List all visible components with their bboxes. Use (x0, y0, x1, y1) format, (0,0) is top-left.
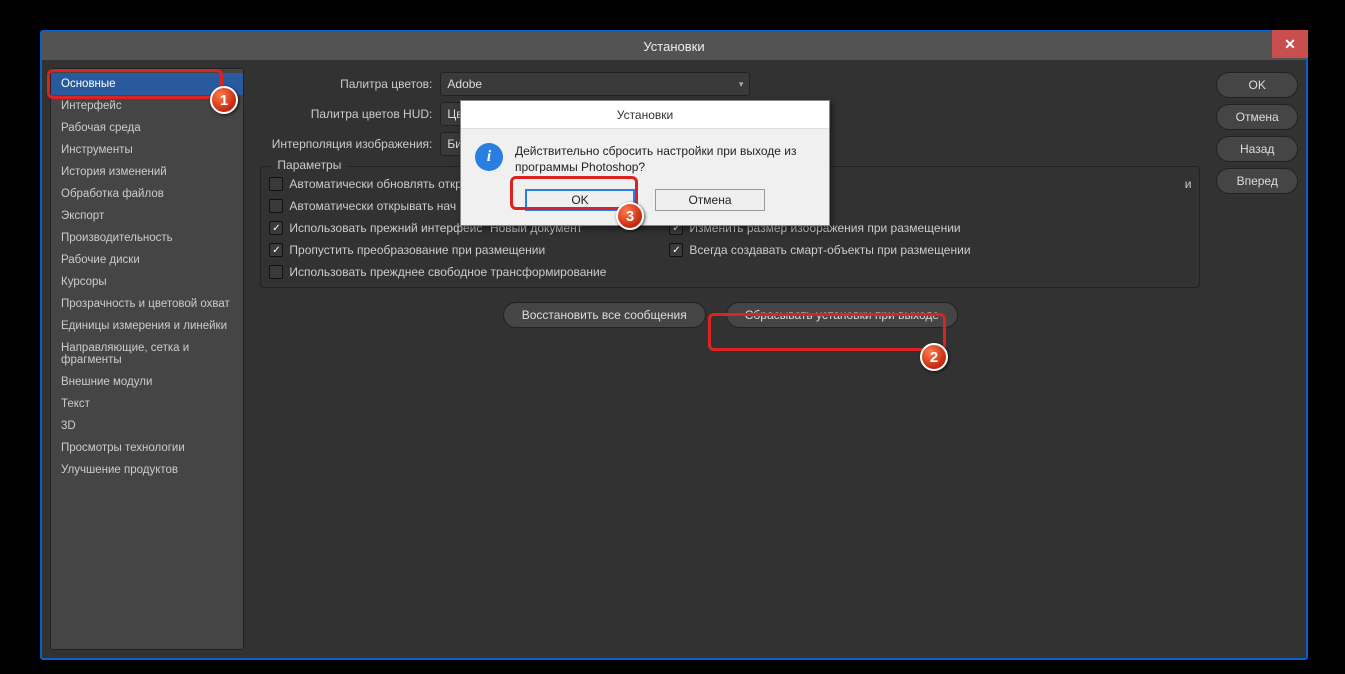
sidebar-item-transparency[interactable]: Прозрачность и цветовой охват (51, 293, 243, 315)
info-icon: i (475, 143, 503, 171)
select-color-picker[interactable]: Adobe ▾ (440, 72, 750, 96)
sidebar-item-guides[interactable]: Направляющие, сетка и фрагменты (51, 337, 243, 371)
dialog-ok-button[interactable]: OK (525, 189, 635, 211)
sidebar-item-history[interactable]: История изменений (51, 161, 243, 183)
close-icon: ✕ (1284, 36, 1296, 53)
sidebar-item-cursors[interactable]: Курсоры (51, 271, 243, 293)
buttons-row: Восстановить все сообщения Сбрасывать ус… (260, 302, 1200, 328)
check-legacy-free-transform[interactable]: Использовать прежднее свободное трансфор… (269, 265, 649, 279)
restore-messages-button[interactable]: Восстановить все сообщения (503, 302, 706, 328)
right-buttons: OK Отмена Назад Вперед (1216, 68, 1298, 650)
close-button[interactable]: ✕ (1272, 30, 1308, 58)
cancel-button[interactable]: Отмена (1216, 104, 1298, 130)
label-interpolation: Интерполяция изображения: (260, 137, 440, 151)
sidebar-item-scratchdisks[interactable]: Рабочие диски (51, 249, 243, 271)
titlebar: Установки ✕ (42, 32, 1306, 60)
check-smart-objects[interactable]: ✓Всегда создавать смарт-объекты при разм… (669, 243, 1191, 257)
chevron-down-icon: ▾ (739, 79, 744, 90)
sidebar-item-plugins[interactable]: Внешние модули (51, 371, 243, 393)
label-hud-picker: Палитра цветов HUD: (260, 107, 440, 121)
check-skip-transform[interactable]: ✓Пропустить преобразование при размещени… (269, 243, 649, 257)
sidebar-item-tech-previews[interactable]: Просмотры технологии (51, 437, 243, 459)
forward-button[interactable]: Вперед (1216, 168, 1298, 194)
confirm-dialog: Установки i Действительно сбросить настр… (460, 100, 830, 226)
ok-button[interactable]: OK (1216, 72, 1298, 98)
sidebar-item-interface[interactable]: Интерфейс (51, 95, 243, 117)
sidebar-item-3d[interactable]: 3D (51, 415, 243, 437)
sidebar-item-text[interactable]: Текст (51, 393, 243, 415)
sidebar-item-performance[interactable]: Производительность (51, 227, 243, 249)
dialog-cancel-button[interactable]: Отмена (655, 189, 765, 211)
sidebar-item-export[interactable]: Экспорт (51, 205, 243, 227)
sidebar-item-units[interactable]: Единицы измерения и линейки (51, 315, 243, 337)
sidebar: Основные Интерфейс Рабочая среда Инструм… (50, 68, 244, 650)
reset-on-exit-button[interactable]: Сбрасывать установки при выходе (726, 302, 958, 328)
label-color-picker: Палитра цветов: (260, 77, 440, 91)
legend-params: Параметры (271, 158, 347, 172)
sidebar-item-tools[interactable]: Инструменты (51, 139, 243, 161)
sidebar-item-workspace[interactable]: Рабочая среда (51, 117, 243, 139)
sidebar-item-product-improvement[interactable]: Улучшение продуктов (51, 459, 243, 481)
back-button[interactable]: Назад (1216, 136, 1298, 162)
window-title: Установки (643, 39, 704, 54)
sidebar-item-filehandling[interactable]: Обработка файлов (51, 183, 243, 205)
dialog-text: Действительно сбросить настройки при вых… (515, 143, 815, 175)
dialog-title: Установки (461, 101, 829, 129)
sidebar-item-general[interactable]: Основные (51, 73, 243, 95)
